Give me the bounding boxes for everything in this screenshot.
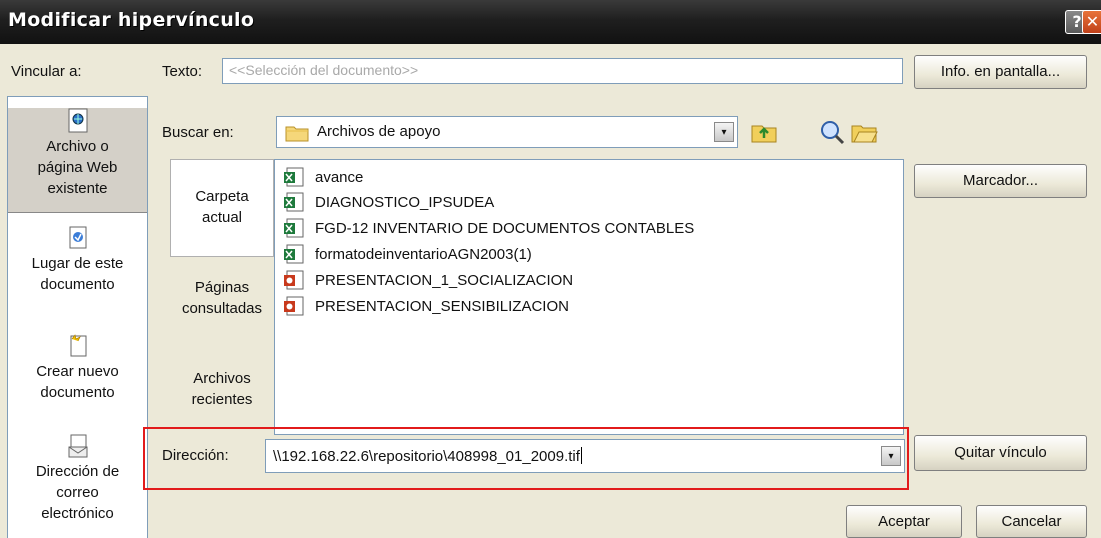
look-in-dropdown[interactable]: Archivos de apoyo ▾ bbox=[276, 116, 738, 148]
new-document-icon bbox=[70, 334, 86, 357]
browse-file-icon[interactable] bbox=[850, 118, 878, 146]
powerpoint-file-icon bbox=[284, 270, 304, 290]
link-place-in-document[interactable]: Lugar de este documento bbox=[8, 225, 147, 295]
cancel-button[interactable]: Cancelar bbox=[976, 505, 1087, 538]
dialog-title: Modificar hipervínculo bbox=[8, 9, 255, 31]
link-to-bar: Archivo o página Web existente Lugar de … bbox=[7, 96, 148, 538]
chevron-down-icon[interactable]: ▾ bbox=[714, 122, 734, 142]
link-existing-file[interactable]: Archivo o página Web existente bbox=[8, 107, 147, 213]
title-bar[interactable]: Modificar hipervínculo ? ✕ bbox=[0, 0, 1101, 44]
excel-file-icon bbox=[284, 218, 304, 238]
list-item[interactable]: PRESENTACION_SENSIBILIZACION bbox=[283, 295, 569, 317]
bookmark-button[interactable]: Marcador... bbox=[914, 164, 1087, 198]
close-button[interactable]: ✕ bbox=[1082, 10, 1101, 34]
display-text-input[interactable]: <<Selección del documento>> bbox=[222, 58, 903, 84]
places-browsed-pages[interactable]: Páginas consultadas bbox=[170, 277, 274, 319]
list-item[interactable]: DIAGNOSTICO_IPSUDEA bbox=[283, 191, 494, 213]
folder-icon bbox=[285, 126, 309, 142]
places-current-folder[interactable]: Carpeta actual bbox=[170, 159, 274, 257]
link-to-label: Vincular a: bbox=[11, 63, 82, 80]
web-page-icon bbox=[68, 108, 87, 133]
search-web-icon[interactable] bbox=[818, 118, 846, 146]
ok-button[interactable]: Aceptar bbox=[846, 505, 962, 538]
highlight-frame bbox=[143, 427, 909, 490]
look-in-value: Archivos de apoyo bbox=[317, 123, 441, 140]
link-new-document[interactable]: Crear nuevo documento bbox=[8, 333, 147, 403]
list-item[interactable]: formatodeinventarioAGN2003(1) bbox=[283, 243, 532, 265]
file-list[interactable]: avance DIAGNOSTICO_IPSUDEA FGD-12 INVENT… bbox=[274, 159, 904, 435]
places-bar: Carpeta actual Páginas consultadas Archi… bbox=[170, 159, 274, 435]
screentip-button[interactable]: Info. en pantalla... bbox=[914, 55, 1087, 89]
email-icon bbox=[68, 434, 87, 458]
excel-file-icon bbox=[284, 192, 304, 212]
list-item[interactable]: avance bbox=[283, 166, 363, 188]
list-item[interactable]: FGD-12 INVENTARIO DE DOCUMENTOS CONTABLE… bbox=[283, 217, 694, 239]
excel-file-icon bbox=[284, 244, 304, 264]
text-label: Texto: bbox=[162, 63, 203, 80]
up-folder-icon[interactable] bbox=[750, 118, 778, 146]
list-item[interactable]: PRESENTACION_1_SOCIALIZACION bbox=[283, 269, 573, 291]
link-email-address[interactable]: Dirección de correo electrónico bbox=[8, 433, 147, 524]
look-in-label: Buscar en: bbox=[162, 124, 234, 141]
edit-hyperlink-dialog: Modificar hipervínculo ? ✕ Vincular a: A… bbox=[0, 0, 1101, 538]
document-place-icon bbox=[69, 226, 86, 249]
remove-link-button[interactable]: Quitar vínculo bbox=[914, 435, 1087, 471]
excel-file-icon bbox=[284, 167, 304, 187]
powerpoint-file-icon bbox=[284, 296, 304, 316]
places-recent-files[interactable]: Archivos recientes bbox=[170, 368, 274, 410]
